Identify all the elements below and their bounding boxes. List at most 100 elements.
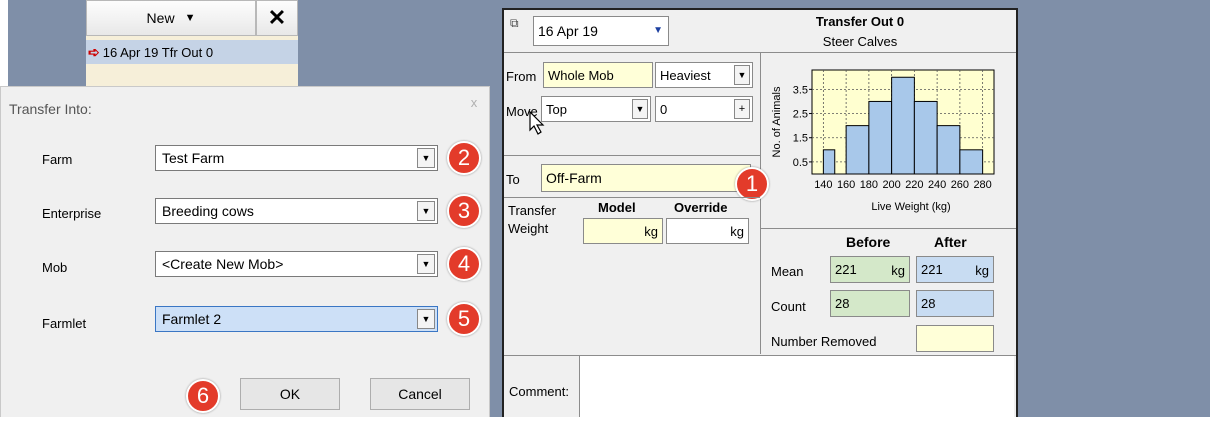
screen-bottom-edge (0, 417, 1210, 427)
step-badge-5: 5 (447, 302, 481, 336)
weight-histogram: 0.5 1.5 2.5 3.5 140 160 180 200 220 240 260 280 Live… (771, 69, 995, 213)
to-select[interactable]: Off-Farm (541, 164, 751, 192)
after-header: After (934, 234, 967, 250)
mob-select[interactable]: <Create New Mob> ▼ (155, 251, 438, 277)
stats-divider (760, 228, 1016, 229)
histogram-bar (913, 100, 938, 175)
to-divider (504, 155, 760, 156)
x-tick-label: 160 (837, 179, 855, 191)
move-value: Top (546, 101, 567, 117)
model-weight-field: kg (583, 218, 663, 244)
y-tick-label: 1.5 (793, 133, 808, 145)
list-item-selected[interactable]: ➪ 16 Apr 19 Tfr Out 0 (86, 40, 298, 64)
farm-label: Farm (42, 152, 73, 167)
step-badge-4: 4 (447, 247, 481, 281)
close-x-icon: ✕ (267, 5, 287, 30)
override-weight-input[interactable]: kg (666, 218, 749, 244)
cancel-button[interactable]: Cancel (370, 378, 470, 410)
x-tick-label: 280 (973, 179, 991, 191)
mean-before-field: 221 kg (830, 256, 910, 283)
from-order-value: Heaviest (660, 67, 711, 83)
enterprise-select[interactable]: Breeding cows ▼ (155, 198, 438, 224)
chevron-down-icon[interactable]: ▼ (653, 25, 663, 36)
comment-input[interactable] (579, 356, 1014, 425)
dropdown-arrow-icon[interactable]: ▼ (417, 254, 435, 274)
override-header: Override (674, 200, 728, 215)
x-tick-label: 200 (882, 179, 900, 191)
mean-before-unit: kg (891, 263, 905, 278)
step-badge-6: 6 (186, 379, 220, 413)
mean-after-value: 221 (921, 262, 943, 277)
y-tick-label: 2.5 (793, 109, 808, 121)
enterprise-value: Breeding cows (162, 203, 254, 219)
histogram-bar (936, 125, 961, 175)
x-axis-label: Live Weight (kg) (871, 201, 950, 213)
comment-label: Comment: (509, 384, 569, 399)
x-tick-label: 180 (860, 179, 878, 191)
farmlet-value: Farmlet 2 (162, 311, 222, 327)
panel-subtitle: Steer Calves (822, 34, 898, 49)
mean-after-unit: kg (975, 263, 989, 278)
farm-value: Test Farm (162, 150, 225, 166)
mean-label: Mean (771, 264, 804, 279)
from-input[interactable]: Whole Mob (543, 62, 653, 88)
step-badge-2: 2 (447, 141, 481, 175)
increment-button[interactable]: + (734, 99, 750, 119)
enterprise-label: Enterprise (42, 206, 102, 221)
dialog-title: Transfer Into: (9, 101, 92, 117)
histogram-bar (868, 100, 893, 175)
model-weight-unit: kg (644, 223, 658, 239)
farmlet-select[interactable]: Farmlet 2 ▼ (155, 306, 438, 332)
move-count-input[interactable]: 0 + (655, 96, 753, 122)
close-icon: x (470, 94, 478, 110)
count-label: Count (771, 299, 806, 314)
dropdown-arrow-icon[interactable]: ▼ (632, 99, 648, 119)
override-weight-unit: kg (730, 223, 744, 239)
dialog-close-button[interactable]: x (462, 90, 486, 114)
histogram-bar (845, 125, 870, 175)
removed-field (916, 325, 994, 352)
mob-value: <Create New Mob> (162, 256, 284, 272)
farm-select[interactable]: Test Farm ▼ (155, 145, 438, 171)
move-select[interactable]: Top ▼ (541, 96, 651, 122)
new-button[interactable]: New ▼ (86, 0, 256, 36)
dropdown-arrow-icon[interactable]: ▼ (417, 148, 435, 168)
dropdown-arrow-icon[interactable]: ▼ (417, 201, 435, 221)
to-label: To (506, 172, 520, 187)
dropdown-arrow-icon[interactable]: ▼ (734, 65, 750, 85)
column-divider (760, 52, 761, 354)
count-after-field: 28 (916, 290, 994, 317)
histogram-bar (959, 149, 984, 175)
y-tick-label: 0.5 (793, 157, 808, 169)
dropdown-arrow-icon[interactable]: ▼ (417, 309, 435, 329)
histogram-bar (891, 76, 915, 175)
mean-after-field: 221 kg (916, 256, 994, 283)
transfer-weight-label-1: Transfer (508, 203, 556, 218)
x-tick-label: 260 (951, 179, 969, 191)
before-header: Before (846, 234, 891, 250)
ok-button[interactable]: OK (240, 378, 340, 410)
x-tick-label: 220 (905, 179, 923, 191)
from-order-select[interactable]: Heaviest ▼ (655, 62, 753, 88)
new-button-label: New (146, 10, 175, 26)
pin-icon[interactable]: ⧉ (510, 16, 519, 31)
y-tick-label: 3.5 (793, 84, 808, 96)
count-before-field: 28 (830, 290, 910, 317)
transfer-weight-label-2: Weight (508, 221, 549, 236)
mean-before-value: 221 (835, 262, 857, 277)
list-item-label: 16 Apr 19 Tfr Out 0 (102, 44, 214, 60)
weight-divider (504, 197, 760, 198)
date-select[interactable]: 16 Apr 19 ▼ (533, 16, 669, 46)
histogram-bar (822, 149, 836, 175)
farmlet-label: Farmlet (42, 316, 87, 331)
step-badge-3: 3 (447, 194, 481, 228)
y-axis-label: No. of Animals (771, 86, 783, 157)
mob-label: Mob (42, 260, 68, 275)
delete-button[interactable]: ✕ (256, 0, 298, 36)
date-value: 16 Apr 19 (538, 23, 598, 39)
model-header: Model (598, 200, 636, 215)
move-count-value: 0 (660, 101, 668, 117)
transfer-arrow-icon: ➪ (88, 43, 100, 60)
from-label: From (506, 69, 537, 84)
x-tick-label: 140 (814, 179, 832, 191)
